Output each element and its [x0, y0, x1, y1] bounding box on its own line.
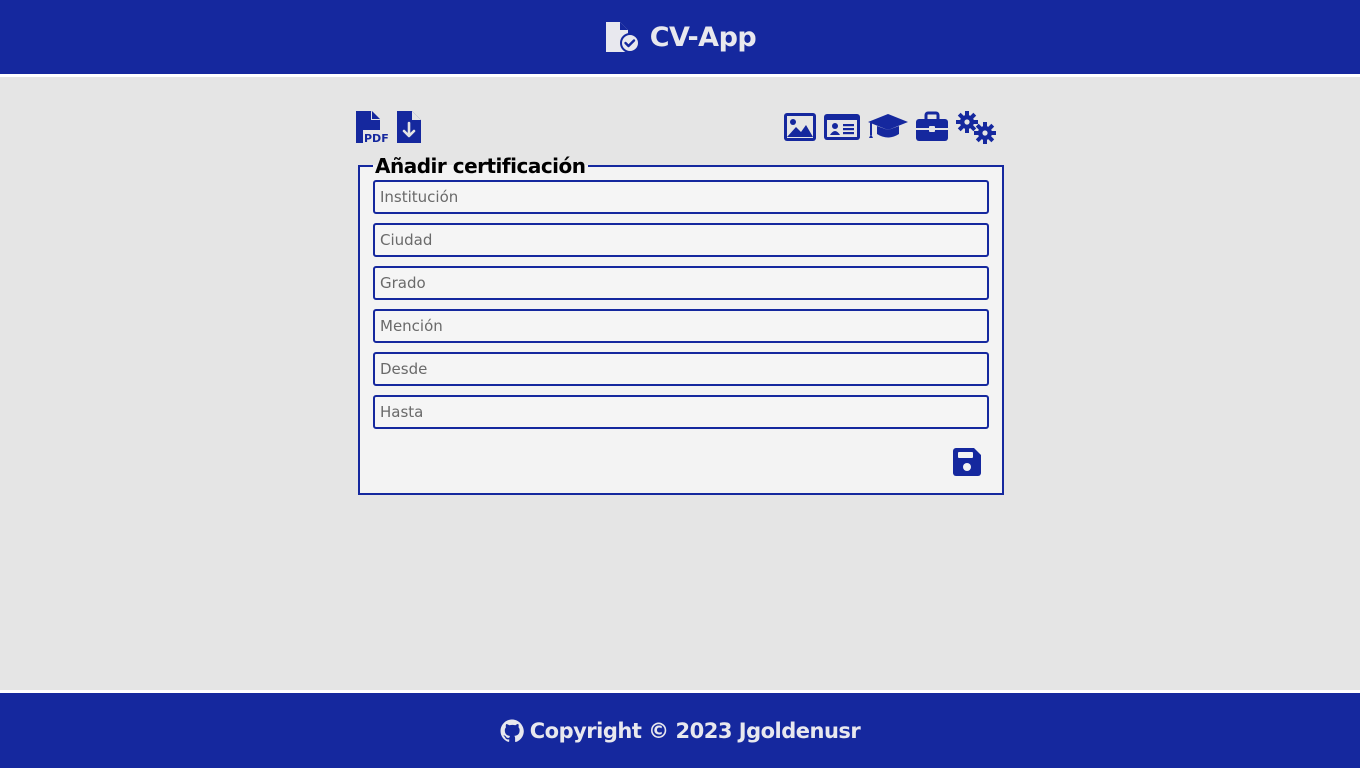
app-title: CV-App [649, 21, 757, 53]
floppy-disk-icon [952, 447, 982, 477]
github-icon[interactable] [500, 719, 524, 743]
photo-section-button[interactable] [783, 112, 817, 142]
header-divider [0, 74, 1360, 77]
export-toolbar: PDF [355, 110, 422, 144]
save-button[interactable] [952, 447, 982, 477]
app-footer: Copyright © 2023 Jgoldenusr [0, 693, 1360, 768]
id-card-icon [823, 112, 861, 142]
export-pdf-button[interactable]: PDF [355, 110, 388, 144]
file-check-icon [604, 20, 642, 54]
download-file-button[interactable] [396, 110, 422, 144]
from-date-field[interactable] [373, 352, 989, 386]
personal-info-button[interactable] [823, 112, 861, 142]
footer-credit: Copyright © 2023 Jgoldenusr [500, 719, 861, 743]
copyright-text: Copyright © 2023 Jgoldenusr [529, 718, 861, 743]
experience-section-button[interactable] [915, 111, 949, 143]
form-actions [952, 447, 982, 481]
header-brand: CV-App [604, 20, 757, 54]
gears-icon [955, 110, 997, 144]
file-pdf-icon: PDF [355, 110, 388, 144]
degree-field[interactable] [373, 266, 989, 300]
city-field[interactable] [373, 223, 989, 257]
institution-field[interactable] [373, 180, 989, 214]
app-header: CV-App [0, 0, 1360, 74]
mention-field[interactable] [373, 309, 989, 343]
briefcase-icon [915, 111, 949, 143]
svg-text:PDF: PDF [364, 132, 388, 144]
section-toolbar [783, 110, 997, 144]
image-icon [783, 112, 817, 142]
settings-button[interactable] [955, 110, 997, 144]
form-fields [373, 180, 989, 429]
certification-form: Añadir certificación [358, 154, 1004, 495]
graduation-cap-icon [867, 111, 909, 143]
form-title: Añadir certificación [375, 154, 586, 178]
education-section-button[interactable] [867, 111, 909, 143]
to-date-field[interactable] [373, 395, 989, 429]
file-download-icon [396, 110, 422, 144]
